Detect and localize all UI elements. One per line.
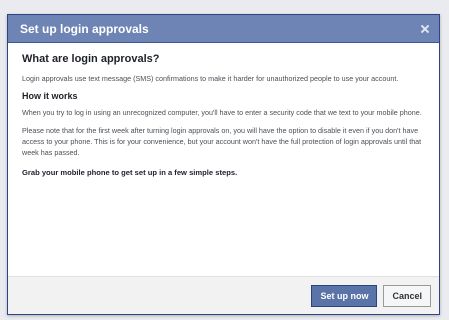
login-approvals-dialog: Set up login approvals What are login ap… xyxy=(7,14,440,315)
section-heading-what: What are login approvals? xyxy=(22,53,160,65)
how-text: When you try to log in using an unrecogn… xyxy=(22,108,422,117)
dialog-footer: Set up now Cancel xyxy=(8,276,439,314)
note-text: Please note that for the first week afte… xyxy=(22,126,422,157)
cta-text: Grab your mobile phone to get set up in … xyxy=(22,168,238,177)
dialog-header: Set up login approvals xyxy=(8,15,439,43)
cancel-button[interactable]: Cancel xyxy=(383,284,431,307)
set-up-now-button[interactable]: Set up now xyxy=(311,284,378,307)
intro-text: Login approvals use text message (SMS) c… xyxy=(22,74,399,83)
dialog-title: Set up login approvals xyxy=(20,21,149,36)
close-icon[interactable] xyxy=(419,23,431,35)
dialog-body: What are login approvals? Login approval… xyxy=(8,43,439,177)
section-heading-how: How it works xyxy=(22,91,78,101)
